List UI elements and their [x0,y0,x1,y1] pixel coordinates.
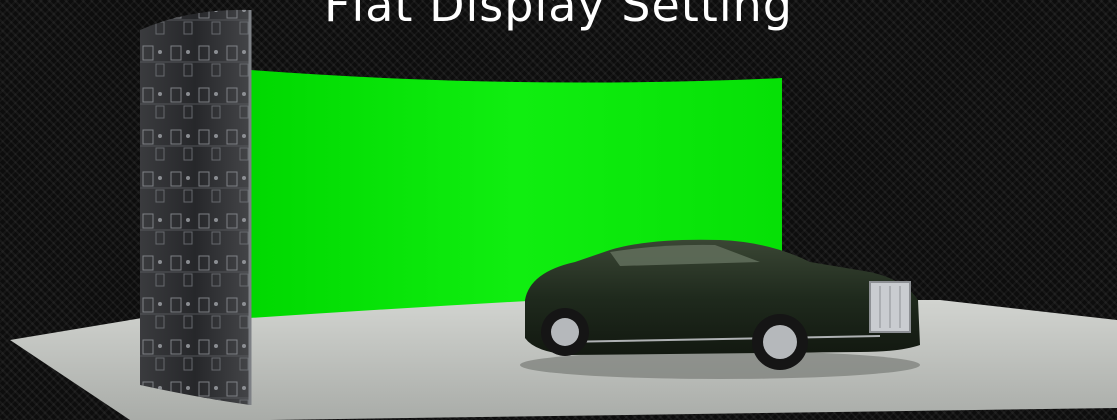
studio-scene [10,9,1117,420]
car [520,239,920,379]
led-panel-texture [140,9,250,405]
